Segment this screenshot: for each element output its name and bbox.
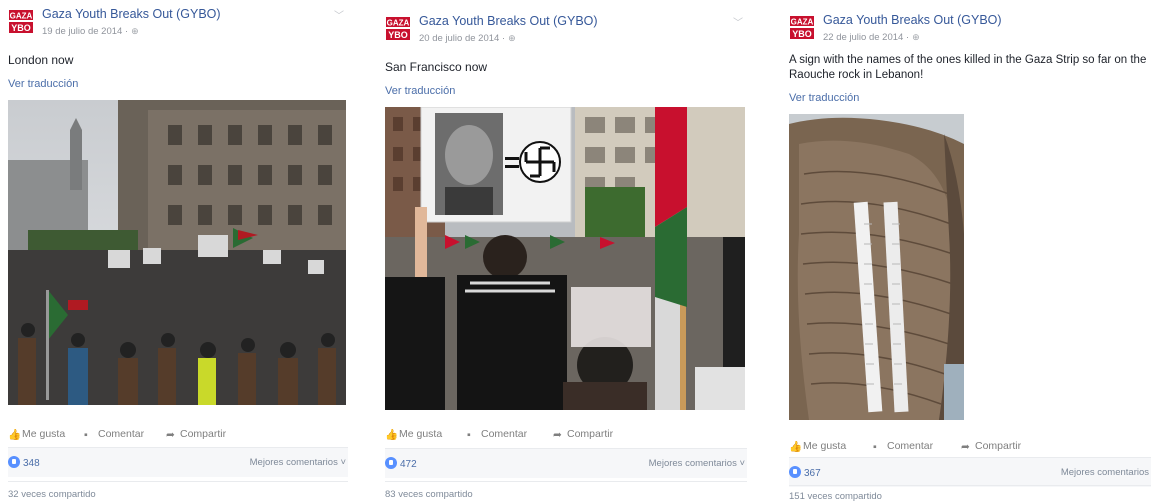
like-label: Me gusta [22, 428, 66, 440]
like-count-value: 348 [23, 458, 40, 469]
post-photo[interactable] [385, 107, 745, 410]
post-text-line-2: Raouche rock in Lebanon! [789, 69, 924, 81]
like-label: Me gusta [803, 440, 847, 452]
comment-button[interactable]: ▪ Comentar [84, 428, 145, 441]
share-button[interactable]: ➦ Compartir [166, 428, 227, 441]
like-label: Me gusta [399, 428, 443, 440]
share-count[interactable]: 32 veces compartido [8, 489, 96, 500]
comment-icon: ▪ [467, 429, 471, 441]
like-bubble-icon [8, 456, 20, 468]
page-name-link[interactable]: Gaza Youth Breaks Out (GYBO) [823, 13, 1002, 27]
globe-icon: ⊕ [508, 33, 516, 43]
like-count[interactable]: 367 [789, 466, 821, 479]
chevron-down-icon[interactable]: ﹀ [733, 14, 743, 29]
post-card-3: GAZA YBO Gaza Youth Breaks Out (GYBO) 22… [789, 0, 1151, 503]
reactions-summary: 472 Mejores comentarios ˅ [385, 448, 747, 478]
thumbs-up-icon: 👍 [385, 429, 399, 441]
like-button[interactable]: 👍Me gusta [385, 428, 443, 441]
comment-label: Comentar [887, 440, 934, 452]
svg-text:GAZA: GAZA [791, 18, 814, 27]
translate-link[interactable]: Ver traducción [8, 78, 78, 90]
chevron-down-icon[interactable]: ﹀ [334, 7, 344, 22]
post-text-line-1: A sign with the names of the ones killed… [789, 54, 1147, 66]
post-text: A sign with the names of the ones killed… [789, 53, 1146, 83]
post-date[interactable]: 22 de julio de 2014 · ⊕ [823, 32, 920, 43]
share-button[interactable]: ➦ Compartir [553, 428, 614, 441]
thumbs-up-icon: 👍 [8, 429, 22, 441]
comment-button[interactable]: ▪ Comentar [873, 440, 934, 453]
svg-text:YBO: YBO [792, 29, 812, 39]
post-text: San Francisco now [385, 60, 488, 74]
svg-text:YBO: YBO [11, 23, 31, 33]
share-icon: ➦ [166, 429, 175, 441]
like-bubble-icon [789, 466, 801, 478]
share-label: Compartir [567, 428, 614, 440]
comment-label: Comentar [98, 428, 145, 440]
post-date[interactable]: 20 de julio de 2014 · ⊕ [419, 33, 516, 44]
like-button[interactable]: 👍Me gusta [8, 428, 66, 441]
reactions-summary: 367 Mejores comentarios [789, 457, 1151, 487]
svg-text:GAZA: GAZA [387, 19, 410, 28]
page-logo[interactable]: GAZA YBO [789, 14, 815, 40]
page-logo[interactable]: GAZA YBO [8, 8, 34, 34]
post-photo[interactable] [8, 100, 346, 405]
date-text[interactable]: 20 de julio de 2014 · [419, 33, 505, 44]
comment-sort-dropdown[interactable]: Mejores comentarios ˅ [250, 457, 346, 468]
share-label: Compartir [180, 428, 227, 440]
share-icon: ➦ [553, 429, 562, 441]
like-count-value: 367 [804, 468, 821, 479]
comment-sort-dropdown[interactable]: Mejores comentarios [1061, 467, 1149, 478]
thumbs-up-icon: 👍 [789, 441, 803, 453]
post-text: London now [8, 53, 74, 67]
share-label: Compartir [975, 440, 1022, 452]
comment-icon: ▪ [84, 429, 88, 441]
page-name-link[interactable]: Gaza Youth Breaks Out (GYBO) [42, 7, 221, 21]
date-text[interactable]: 22 de julio de 2014 · [823, 32, 909, 43]
shares-bar: 83 veces compartido [385, 481, 747, 503]
svg-text:GAZA: GAZA [10, 12, 33, 21]
post-header: GAZA YBO Gaza Youth Breaks Out (GYBO) 22… [789, 8, 1151, 48]
globe-icon: ⊕ [912, 32, 920, 42]
like-bubble-icon [385, 457, 397, 469]
share-count[interactable]: 151 veces compartido [789, 491, 882, 502]
shares-bar: 32 veces compartido [8, 481, 348, 503]
post-actions: 👍Me gusta ▪ Comentar ➦ Compartir [8, 424, 348, 446]
like-count[interactable]: 348 [8, 456, 40, 469]
comment-icon: ▪ [873, 441, 877, 453]
share-button[interactable]: ➦ Compartir [961, 440, 1022, 453]
svg-text:YBO: YBO [388, 30, 408, 40]
post-photo[interactable] [789, 114, 964, 420]
comment-sort-dropdown[interactable]: Mejores comentarios ˅ [649, 458, 745, 469]
post-actions: 👍Me gusta ▪ Comentar ➦ Compartir [385, 424, 747, 446]
like-button[interactable]: 👍Me gusta [789, 440, 847, 453]
comment-button[interactable]: ▪ Comentar [467, 428, 528, 441]
post-date[interactable]: 19 de julio de 2014 · ⊕ [42, 26, 139, 37]
post-header: GAZA YBO Gaza Youth Breaks Out (GYBO) 19… [8, 2, 348, 42]
share-icon: ➦ [961, 441, 970, 453]
post-actions: 👍Me gusta ▪ Comentar ➦ Compartir [789, 436, 1151, 458]
reactions-summary: 348 Mejores comentarios ˅ [8, 447, 348, 477]
page-name-link[interactable]: Gaza Youth Breaks Out (GYBO) [419, 14, 598, 28]
globe-icon: ⊕ [131, 26, 139, 36]
page-logo[interactable]: GAZA YBO [385, 15, 411, 41]
shares-bar: 151 veces compartido [789, 485, 1151, 503]
date-text[interactable]: 19 de julio de 2014 · [42, 26, 128, 37]
translate-link[interactable]: Ver traducción [789, 92, 859, 104]
post-card-1: GAZA YBO Gaza Youth Breaks Out (GYBO) 19… [8, 0, 348, 503]
post-card-2: GAZA YBO Gaza Youth Breaks Out (GYBO) 20… [385, 0, 747, 503]
like-count-value: 472 [400, 459, 417, 470]
comment-label: Comentar [481, 428, 528, 440]
post-header: GAZA YBO Gaza Youth Breaks Out (GYBO) 20… [385, 9, 747, 49]
translate-link[interactable]: Ver traducción [385, 85, 455, 97]
like-count[interactable]: 472 [385, 457, 417, 470]
share-count[interactable]: 83 veces compartido [385, 489, 473, 500]
